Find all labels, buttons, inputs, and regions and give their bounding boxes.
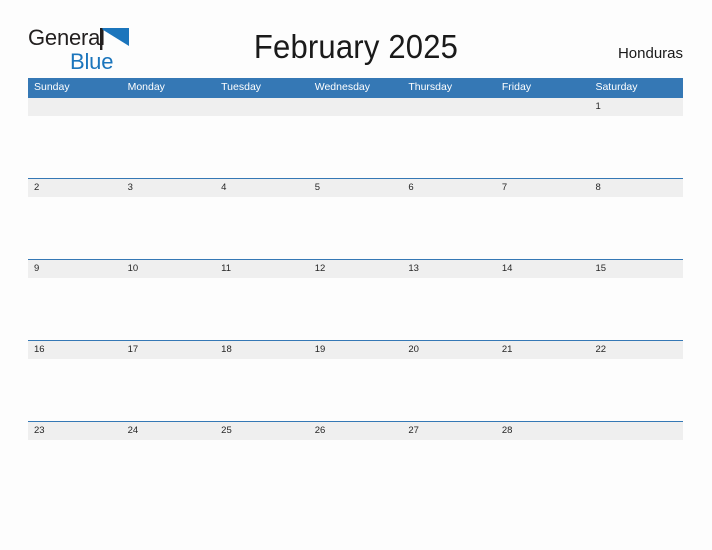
week-date-band: 1 — [28, 98, 683, 116]
day-note-area[interactable] — [28, 116, 122, 178]
week-row: 2 3 4 5 6 7 8 — [28, 178, 683, 259]
weekday-header-sunday: Sunday — [34, 81, 70, 93]
week-row: 9 10 11 12 13 14 15 — [28, 259, 683, 340]
day-note-area[interactable] — [28, 359, 122, 421]
week-row: 16 17 18 19 20 21 22 — [28, 340, 683, 421]
day-cell[interactable]: 2 — [28, 179, 122, 197]
day-note-area[interactable] — [28, 278, 122, 340]
day-cell[interactable]: 8 — [589, 179, 683, 197]
day-note-area[interactable] — [122, 278, 216, 340]
week-row: 23 24 25 26 27 28 — [28, 421, 683, 502]
day-cell[interactable]: 22 — [589, 341, 683, 359]
day-cell[interactable]: 9 — [28, 260, 122, 278]
weekday-header-row: Sunday Monday Tuesday Wednesday Thursday… — [28, 78, 683, 97]
day-cell[interactable]: 6 — [402, 179, 496, 197]
day-cell[interactable] — [215, 98, 309, 116]
day-cell[interactable]: 7 — [496, 179, 590, 197]
day-cell[interactable]: 1 — [589, 98, 683, 116]
day-note-area[interactable] — [496, 278, 590, 340]
day-note-area[interactable] — [589, 278, 683, 340]
day-note-area[interactable] — [215, 116, 309, 178]
day-note-area[interactable] — [28, 197, 122, 259]
week-body — [28, 278, 683, 340]
day-cell[interactable]: 27 — [402, 422, 496, 440]
day-note-area[interactable] — [309, 197, 403, 259]
day-cell[interactable]: 4 — [215, 179, 309, 197]
day-note-area[interactable] — [28, 440, 122, 502]
day-note-area[interactable] — [122, 440, 216, 502]
day-note-area[interactable] — [496, 359, 590, 421]
day-cell[interactable]: 26 — [309, 422, 403, 440]
day-note-area[interactable] — [309, 440, 403, 502]
day-cell[interactable]: 24 — [122, 422, 216, 440]
day-cell[interactable]: 3 — [122, 179, 216, 197]
day-note-area[interactable] — [309, 116, 403, 178]
week-date-band: 2 3 4 5 6 7 8 — [28, 179, 683, 197]
week-date-band: 23 24 25 26 27 28 — [28, 422, 683, 440]
day-note-area[interactable] — [215, 440, 309, 502]
week-date-band: 9 10 11 12 13 14 15 — [28, 260, 683, 278]
country-label: Honduras — [617, 45, 683, 62]
day-note-area[interactable] — [496, 440, 590, 502]
day-cell[interactable]: 18 — [215, 341, 309, 359]
day-cell[interactable]: 10 — [122, 260, 216, 278]
day-cell[interactable]: 13 — [402, 260, 496, 278]
day-note-area[interactable] — [215, 359, 309, 421]
day-cell[interactable]: 25 — [215, 422, 309, 440]
day-note-area[interactable] — [122, 116, 216, 178]
page-header: General Blue February 2025 Honduras — [0, 0, 712, 78]
day-note-area[interactable] — [402, 116, 496, 178]
day-cell[interactable]: 19 — [309, 341, 403, 359]
weekday-header-friday: Friday — [501, 81, 532, 93]
day-note-area[interactable] — [402, 197, 496, 259]
day-cell[interactable]: 16 — [28, 341, 122, 359]
day-cell[interactable]: 14 — [496, 260, 590, 278]
day-note-area[interactable] — [402, 278, 496, 340]
day-note-area[interactable] — [496, 116, 590, 178]
day-cell[interactable]: 5 — [309, 179, 403, 197]
day-note-area[interactable] — [589, 359, 683, 421]
week-body — [28, 359, 683, 421]
day-note-area[interactable] — [402, 440, 496, 502]
calendar-grid: Sunday Monday Tuesday Wednesday Thursday… — [28, 78, 683, 502]
day-cell[interactable]: 23 — [28, 422, 122, 440]
day-note-area[interactable] — [496, 197, 590, 259]
week-row: 1 — [28, 97, 683, 178]
day-note-area[interactable] — [402, 359, 496, 421]
week-body — [28, 116, 683, 178]
day-note-area[interactable] — [122, 197, 216, 259]
day-cell[interactable] — [496, 98, 590, 116]
day-note-area[interactable] — [215, 278, 309, 340]
day-cell[interactable]: 11 — [215, 260, 309, 278]
week-body — [28, 440, 683, 502]
day-note-area[interactable] — [215, 197, 309, 259]
week-body — [28, 197, 683, 259]
weekday-header-thursday: Thursday — [408, 81, 453, 93]
day-cell[interactable]: 21 — [496, 341, 590, 359]
day-note-area[interactable] — [309, 359, 403, 421]
weekday-header-saturday: Saturday — [595, 81, 638, 93]
day-note-area[interactable] — [122, 359, 216, 421]
day-cell[interactable] — [402, 98, 496, 116]
day-note-area[interactable] — [309, 278, 403, 340]
day-note-area[interactable] — [589, 440, 683, 502]
week-date-band: 16 17 18 19 20 21 22 — [28, 341, 683, 359]
day-cell[interactable]: 20 — [402, 341, 496, 359]
weekday-header-wednesday: Wednesday — [314, 81, 370, 93]
weekday-header-tuesday: Tuesday — [221, 81, 262, 93]
weekday-header-monday: Monday — [127, 81, 165, 93]
day-cell[interactable]: 17 — [122, 341, 216, 359]
day-cell[interactable] — [589, 422, 683, 440]
day-note-area[interactable] — [589, 116, 683, 178]
day-cell[interactable] — [122, 98, 216, 116]
day-cell[interactable]: 28 — [496, 422, 590, 440]
day-cell[interactable]: 15 — [589, 260, 683, 278]
page-title: February 2025 — [253, 28, 459, 65]
day-cell[interactable]: 12 — [309, 260, 403, 278]
day-note-area[interactable] — [589, 197, 683, 259]
day-cell[interactable] — [28, 98, 122, 116]
day-cell[interactable] — [309, 98, 403, 116]
